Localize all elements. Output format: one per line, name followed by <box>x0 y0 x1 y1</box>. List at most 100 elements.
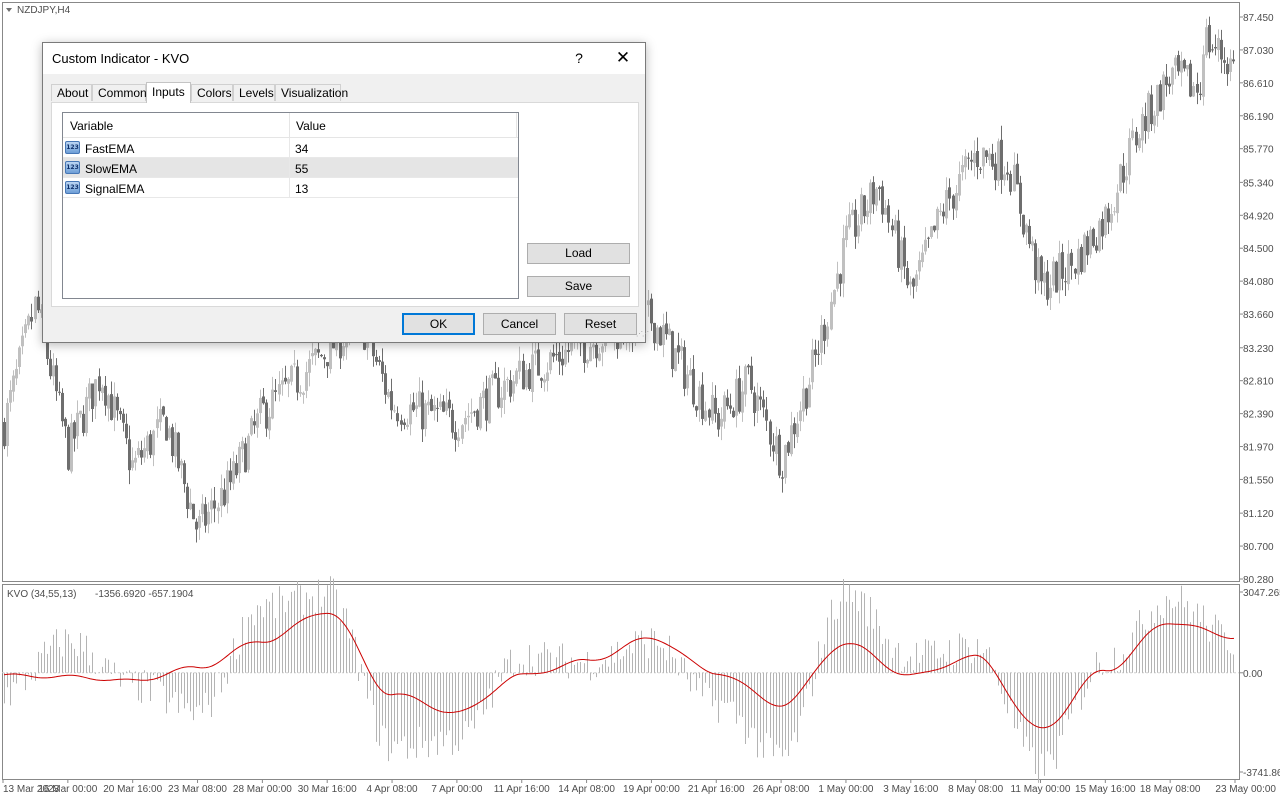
candle-body <box>1229 58 1232 72</box>
candle-body <box>384 373 387 395</box>
tab-visualization[interactable]: Visualization <box>275 84 348 101</box>
price-tick-label: 85.340 <box>1243 178 1274 189</box>
reset-button[interactable]: Reset <box>564 313 637 335</box>
candle-body <box>323 357 326 360</box>
load-button[interactable]: Load <box>527 243 630 264</box>
candle-body <box>152 430 155 456</box>
candle-body <box>750 365 753 390</box>
candle-body <box>18 347 21 367</box>
table-header: Variable Value <box>63 113 518 138</box>
candle-body <box>793 423 796 435</box>
variable-value[interactable]: 13 <box>295 182 308 196</box>
price-tick-label: 82.390 <box>1243 410 1274 421</box>
candle-body <box>244 443 247 473</box>
help-button[interactable]: ? <box>571 47 587 69</box>
candle-body <box>1080 246 1083 273</box>
candle-body <box>1192 86 1195 97</box>
candle-body <box>406 424 409 427</box>
candle-body <box>24 324 27 334</box>
candle-body <box>116 396 119 411</box>
variable-name: FastEMA <box>85 142 135 156</box>
candle-body <box>683 347 686 389</box>
candle-body <box>711 394 714 421</box>
candle-body <box>1119 164 1122 191</box>
candle-body <box>101 387 104 393</box>
candle-body <box>1064 281 1067 283</box>
candle-body <box>921 252 924 263</box>
candle-body <box>1086 236 1089 256</box>
candle-body <box>1141 114 1144 141</box>
candle-body <box>451 409 454 433</box>
column-header-value[interactable]: Value <box>296 119 326 133</box>
tab-common[interactable]: Common <box>92 84 147 101</box>
candle-body <box>1153 115 1156 126</box>
integer-param-icon: 123 <box>65 181 80 194</box>
candle-body <box>6 402 9 446</box>
candle-body <box>110 394 113 420</box>
candle-body <box>232 461 235 484</box>
candle-body <box>262 396 265 404</box>
candle-body <box>729 405 732 409</box>
table-row[interactable]: 123 SlowEMA 55 <box>63 158 518 178</box>
column-separator[interactable] <box>289 113 290 137</box>
candle-body <box>183 463 186 485</box>
indicator-tick-label: 3047.265 <box>1243 588 1280 599</box>
candle-body <box>107 395 110 409</box>
candle-body <box>1083 234 1086 273</box>
candle-body <box>256 413 259 428</box>
candle-body <box>94 379 97 407</box>
candle-body <box>772 445 775 452</box>
table-row[interactable]: 123 FastEMA 34 <box>63 138 518 158</box>
candle-body <box>808 384 811 408</box>
resize-grip-icon[interactable]: ⋰⋰ <box>636 331 649 341</box>
candle-body <box>817 353 820 355</box>
candle-body <box>500 397 503 408</box>
candle-body <box>756 395 759 411</box>
candle-body <box>287 378 290 384</box>
candle-body <box>1220 39 1223 60</box>
tab-inputs[interactable]: Inputs <box>146 82 191 103</box>
candle-body <box>299 392 302 394</box>
candle-body <box>131 460 134 468</box>
candle-body <box>665 323 668 335</box>
column-separator[interactable] <box>516 113 517 137</box>
candle-body <box>433 405 436 411</box>
ok-button[interactable]: OK <box>402 313 475 335</box>
cancel-button[interactable]: Cancel <box>483 313 556 335</box>
tab-levels[interactable]: Levels <box>233 84 275 101</box>
candle-body <box>900 240 903 270</box>
tab-about[interactable]: About <box>51 84 92 101</box>
cell-separator <box>289 178 290 198</box>
inputs-table[interactable]: Variable Value 123 FastEMA 34 123 SlowEM… <box>62 112 519 299</box>
price-tick-label: 84.920 <box>1243 211 1274 222</box>
candle-body <box>1186 65 1189 70</box>
time-axis-label: 26 Apr 08:00 <box>753 784 810 795</box>
candle-body <box>268 416 271 431</box>
candle-body <box>1128 137 1131 176</box>
table-row[interactable]: 123 SignalEMA 13 <box>63 178 518 198</box>
candle-body <box>735 378 738 416</box>
candle-body <box>1046 271 1049 300</box>
candle-body <box>659 327 662 346</box>
candle-body <box>894 220 897 231</box>
tab-colors[interactable]: Colors <box>191 84 233 101</box>
variable-value[interactable]: 55 <box>295 162 308 176</box>
column-header-variable[interactable]: Variable <box>70 119 113 133</box>
candle-body <box>128 439 131 471</box>
candle-body <box>1074 268 1077 274</box>
time-axis-label: 1 May 00:00 <box>818 784 873 795</box>
variable-value[interactable]: 34 <box>295 142 308 156</box>
save-button[interactable]: Save <box>527 276 630 297</box>
candle-body <box>494 373 497 379</box>
price-tick-label: 80.280 <box>1243 575 1274 586</box>
candle-body <box>1199 93 1202 96</box>
candle-body <box>3 421 6 447</box>
candle-body <box>561 358 564 366</box>
candle-body <box>927 237 930 239</box>
candle-body <box>860 194 863 225</box>
close-button[interactable]: ✕ <box>612 47 634 69</box>
candle-body <box>497 377 500 408</box>
time-axis-label: 23 Mar 08:00 <box>168 784 227 795</box>
integer-param-icon: 123 <box>65 161 80 174</box>
dialog-titlebar[interactable]: Custom Indicator - KVO ? ✕ <box>43 43 645 74</box>
